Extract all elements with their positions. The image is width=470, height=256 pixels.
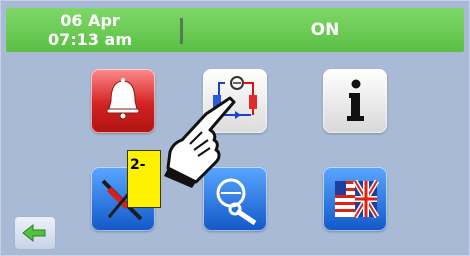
date-time: 06 Apr 07:13 am (10, 9, 170, 53)
unit-status: ON (310, 20, 340, 40)
information-button[interactable] (323, 69, 387, 133)
status-header: 06 Apr 07:13 am ON (6, 8, 464, 52)
back-button[interactable] (14, 216, 56, 250)
step-label-text: 2- (130, 157, 146, 173)
header-divider (180, 18, 183, 44)
pointing-hand-icon (164, 96, 236, 188)
date-text: 06 Apr (60, 11, 120, 30)
language-button[interactable] (323, 167, 387, 231)
left-arrow-icon (22, 223, 46, 243)
info-icon (347, 79, 364, 121)
bell-icon (106, 78, 140, 120)
uk-flag-icon (335, 179, 380, 219)
alarm-button[interactable] (91, 69, 155, 133)
time-text: 07:13 am (48, 30, 132, 49)
